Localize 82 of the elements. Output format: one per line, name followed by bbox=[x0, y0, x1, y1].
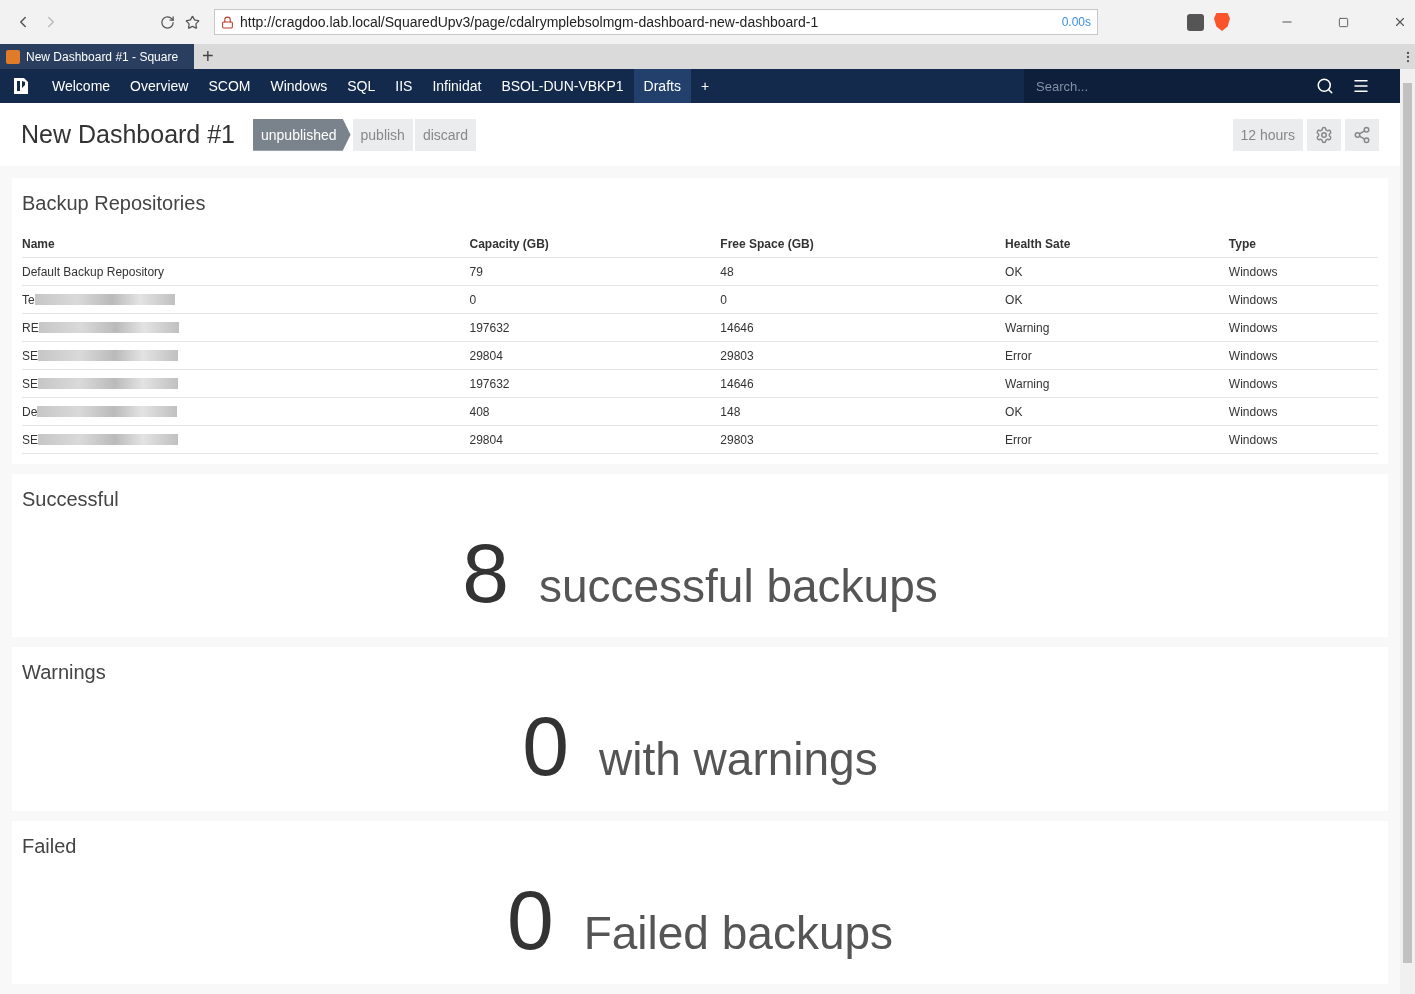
star-icon[interactable] bbox=[185, 14, 200, 30]
status-badge: unpublished bbox=[253, 118, 351, 151]
table-cell: RE bbox=[22, 320, 39, 335]
card-title: Failed bbox=[22, 834, 78, 858]
share-icon bbox=[1353, 125, 1371, 144]
column-header: Name bbox=[22, 232, 470, 258]
reload-icon[interactable] bbox=[160, 14, 175, 30]
stat-value: 0 bbox=[522, 704, 569, 789]
stat-value: 0 bbox=[506, 877, 554, 962]
table-cell: Windows bbox=[1228, 369, 1378, 398]
nav-tab[interactable]: Drafts bbox=[633, 69, 691, 104]
table-cell: Windows bbox=[1228, 257, 1378, 286]
table-cell: SE bbox=[22, 376, 38, 391]
maximize-icon[interactable] bbox=[1338, 16, 1349, 28]
table-cell: 148 bbox=[720, 397, 1006, 426]
table-cell: OK bbox=[1005, 397, 1229, 426]
nav-tab[interactable]: Overview bbox=[120, 69, 199, 104]
scrollbar[interactable] bbox=[1400, 69, 1415, 994]
logo-icon[interactable] bbox=[12, 77, 30, 96]
search-bar[interactable]: Search... bbox=[1024, 69, 1400, 104]
table-cell: OK bbox=[1005, 285, 1229, 314]
table-cell: Windows bbox=[1228, 425, 1378, 454]
share-button[interactable] bbox=[1345, 118, 1379, 151]
nav-tab[interactable]: Infinidat bbox=[422, 69, 492, 104]
search-icon[interactable] bbox=[1316, 77, 1334, 96]
lock-icon bbox=[221, 15, 234, 29]
stat-value: 8 bbox=[462, 530, 509, 615]
browser-tab[interactable]: New Dashboard #1 - Square bbox=[0, 44, 194, 69]
settings-button[interactable] bbox=[1307, 118, 1341, 151]
load-time: 0.00s bbox=[1061, 15, 1091, 29]
stat-caption: with warnings bbox=[599, 732, 878, 787]
table-cell: Te bbox=[22, 292, 35, 307]
column-header: Health Sate bbox=[1005, 232, 1229, 258]
nav-tab[interactable]: IIS bbox=[385, 69, 423, 104]
table-cell: Windows bbox=[1228, 341, 1378, 370]
table-cell: OK bbox=[1005, 257, 1229, 286]
table-cell: Warning bbox=[1005, 369, 1229, 398]
table-cell: Warning bbox=[1005, 313, 1229, 342]
nav-tab[interactable]: BSOL-DUN-VBKP1 bbox=[491, 69, 634, 104]
table-cell: 0 bbox=[469, 285, 721, 314]
table-cell: 14646 bbox=[720, 313, 1006, 342]
table-cell: Windows bbox=[1228, 397, 1378, 426]
nav-tab[interactable]: SQL bbox=[337, 69, 386, 104]
table-cell: 14646 bbox=[720, 369, 1006, 398]
table-cell: Default Backup Repository bbox=[22, 264, 165, 279]
favicon-icon bbox=[6, 49, 20, 64]
dashboard-title: New Dashboard #1 bbox=[21, 120, 235, 150]
table-cell: Error bbox=[1005, 425, 1229, 454]
table-cell: 29803 bbox=[720, 425, 1006, 454]
shield-icon[interactable] bbox=[1214, 13, 1230, 31]
table-cell: 0 bbox=[720, 285, 1006, 314]
table-cell: 197632 bbox=[469, 369, 721, 398]
table-cell: 408 bbox=[469, 397, 721, 426]
card-title: Successful bbox=[22, 487, 120, 511]
table-cell: De bbox=[22, 404, 38, 419]
stat-caption: Failed backups bbox=[583, 905, 894, 960]
column-header: Free Space (GB) bbox=[720, 232, 1006, 258]
table-cell: SE bbox=[22, 432, 38, 447]
table-cell: 79 bbox=[469, 257, 721, 286]
table-cell: 29803 bbox=[720, 341, 1006, 370]
extension-icon[interactable] bbox=[1187, 13, 1204, 31]
close-icon[interactable] bbox=[1393, 15, 1407, 29]
column-header: Capacity (GB) bbox=[469, 232, 721, 258]
table-cell: 48 bbox=[720, 257, 1006, 286]
column-header: Type bbox=[1228, 232, 1378, 258]
address-bar[interactable]: http://cragdoo.lab.local/SquaredUpv3/page/cdalrymplebsolmgm-dashboard-new-dashboard-1 0.00s bbox=[214, 9, 1098, 35]
nav-tab[interactable]: Welcome bbox=[42, 69, 121, 104]
card-title: Backup Repositories bbox=[22, 191, 207, 215]
settings-icon bbox=[1315, 125, 1333, 144]
table-cell: 197632 bbox=[469, 313, 721, 342]
table-cell: Error bbox=[1005, 341, 1229, 370]
nav-tab[interactable]: Windows bbox=[260, 69, 338, 104]
nav-tab[interactable]: SCOM bbox=[198, 69, 261, 104]
table-cell: SE bbox=[22, 348, 38, 363]
table-cell: Windows bbox=[1228, 313, 1378, 342]
card-title: Warnings bbox=[22, 661, 107, 685]
table-cell: Windows bbox=[1228, 285, 1378, 314]
add-tab-button[interactable]: + bbox=[690, 69, 720, 104]
new-tab-button[interactable]: + bbox=[194, 44, 222, 69]
table-cell: 29804 bbox=[469, 341, 721, 370]
stat-caption: successful backups bbox=[538, 558, 938, 613]
table-cell: 29804 bbox=[469, 425, 721, 454]
